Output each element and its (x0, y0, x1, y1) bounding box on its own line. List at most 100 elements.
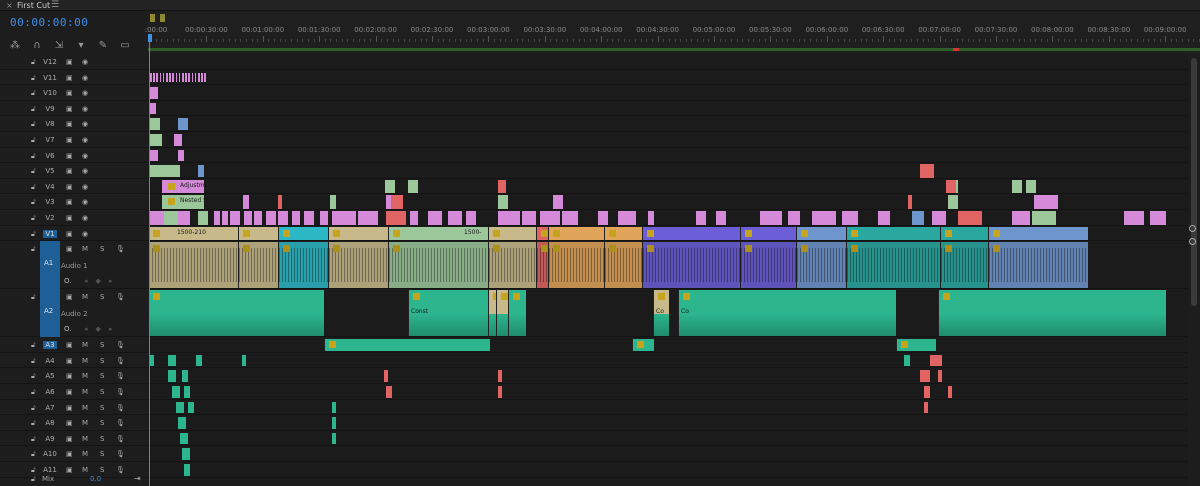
keyframe-navigator[interactable]: ◂◆▸ (84, 277, 120, 285)
solo-button[interactable]: S (100, 372, 104, 380)
lock-icon[interactable]: 🔓︎ (31, 198, 36, 207)
volume-knob-icon[interactable]: O. (64, 325, 71, 333)
clip[interactable] (166, 72, 168, 83)
audio-clip[interactable]: Const (408, 290, 488, 337)
solo-button[interactable]: S (100, 419, 104, 427)
audio-clip[interactable] (548, 242, 604, 289)
audio-clip[interactable] (604, 242, 642, 289)
track-name[interactable]: V3 (43, 198, 57, 206)
audio-clip[interactable] (498, 386, 502, 398)
clip[interactable] (358, 211, 378, 225)
audio-clip[interactable] (168, 370, 176, 382)
audio-clip[interactable] (924, 401, 928, 414)
track-name[interactable]: V5 (43, 167, 57, 175)
audio-clip[interactable]: Co (653, 290, 669, 337)
lock-icon[interactable]: 🔓︎ (31, 74, 36, 83)
sequence-marker[interactable] (150, 14, 155, 22)
lock-icon[interactable]: 🔓︎ (31, 136, 36, 145)
audio-clip[interactable] (180, 432, 188, 445)
clip[interactable] (842, 211, 858, 225)
track-name[interactable]: A6 (43, 388, 57, 396)
clip[interactable] (642, 226, 740, 241)
selection-tool-icon[interactable]: ⇲ (52, 39, 66, 53)
clip[interactable] (448, 211, 462, 225)
eye-icon[interactable]: ◉ (82, 89, 88, 97)
audio-clip[interactable] (332, 401, 336, 414)
clip[interactable] (156, 72, 158, 83)
sync-lock-icon[interactable]: ▣ (66, 357, 73, 365)
vertical-scrollbar[interactable] (1188, 54, 1200, 486)
mic-icon[interactable]: 🎙︎ (116, 341, 125, 349)
clip[interactable] (760, 211, 782, 225)
nested-sequence-clip[interactable]: Nested S (162, 195, 207, 209)
track-lane-a9[interactable] (148, 431, 1188, 447)
audio-clip[interactable] (178, 417, 186, 429)
clip[interactable] (320, 211, 328, 225)
eye-icon[interactable]: ◉ (82, 58, 88, 66)
clip[interactable] (174, 134, 182, 146)
eye-icon[interactable]: ◉ (82, 105, 88, 113)
lock-icon[interactable]: 🔓︎ (31, 341, 36, 350)
eye-icon[interactable]: ◉ (82, 230, 88, 238)
mute-button[interactable]: M (82, 435, 88, 443)
track-lane-v10[interactable] (148, 85, 1188, 101)
clip[interactable] (292, 211, 300, 225)
clip[interactable] (150, 102, 156, 115)
audio-clip[interactable] (332, 417, 336, 429)
track-lane-v11[interactable] (148, 70, 1188, 86)
clip[interactable] (908, 195, 912, 209)
clip[interactable] (958, 211, 982, 225)
sync-lock-icon[interactable]: ▣ (66, 198, 73, 206)
sequence-marker[interactable] (160, 14, 165, 22)
clip[interactable] (796, 226, 846, 241)
clip[interactable] (604, 226, 642, 241)
lock-icon[interactable]: 🔓︎ (31, 404, 36, 413)
eye-icon[interactable]: ◉ (82, 214, 88, 222)
audio-clip[interactable] (332, 432, 336, 445)
sync-lock-icon[interactable]: ▣ (66, 388, 73, 396)
marker-icon[interactable]: ▾ (74, 39, 88, 53)
audio-clip[interactable] (642, 242, 740, 289)
audio-clip[interactable] (740, 242, 796, 289)
sync-lock-icon[interactable]: ▣ (66, 120, 73, 128)
track-name[interactable]: A9 (43, 435, 57, 443)
track-name[interactable]: A10 (43, 450, 57, 458)
sequence-tab[interactable]: × First Cut ☰ (0, 0, 1200, 11)
clip[interactable] (159, 72, 162, 83)
track-lane-a6[interactable] (148, 384, 1188, 400)
sync-lock-icon[interactable]: ▣ (66, 245, 73, 253)
clip[interactable] (150, 87, 158, 99)
clip[interactable] (162, 72, 165, 83)
audio-clip[interactable] (938, 370, 942, 382)
clip[interactable] (940, 226, 988, 241)
clip[interactable]: 1500- (388, 226, 488, 241)
clip[interactable] (182, 72, 184, 83)
track-name[interactable]: V9 (43, 105, 57, 113)
audio-clip[interactable] (632, 339, 654, 351)
clip[interactable] (716, 211, 726, 225)
clip[interactable] (243, 195, 249, 209)
lock-icon[interactable]: 🔓︎ (31, 214, 36, 223)
eye-icon[interactable]: ◉ (82, 198, 88, 206)
audio-clip[interactable] (488, 242, 536, 289)
clip[interactable] (198, 165, 204, 177)
panel-menu-icon[interactable]: ☰ (51, 0, 59, 10)
clip[interactable] (536, 226, 548, 241)
clip[interactable] (178, 211, 190, 225)
track-name[interactable]: V10 (43, 89, 57, 97)
clip[interactable] (198, 72, 200, 83)
clip[interactable] (912, 211, 924, 225)
clip[interactable] (846, 226, 940, 241)
sync-lock-icon[interactable]: ▣ (66, 167, 73, 175)
solo-button[interactable]: S (100, 341, 104, 349)
audio-clip[interactable] (328, 242, 388, 289)
mic-icon[interactable]: 🎙︎ (116, 404, 125, 412)
clip[interactable] (498, 195, 508, 209)
clip[interactable] (428, 211, 442, 225)
clip[interactable] (740, 226, 796, 241)
wrench-icon[interactable]: ✎ (96, 39, 110, 53)
track-lane-a7[interactable] (148, 400, 1188, 416)
audio-clip[interactable] (496, 290, 508, 337)
audio-clip[interactable] (938, 290, 1166, 337)
clip[interactable] (498, 211, 520, 225)
